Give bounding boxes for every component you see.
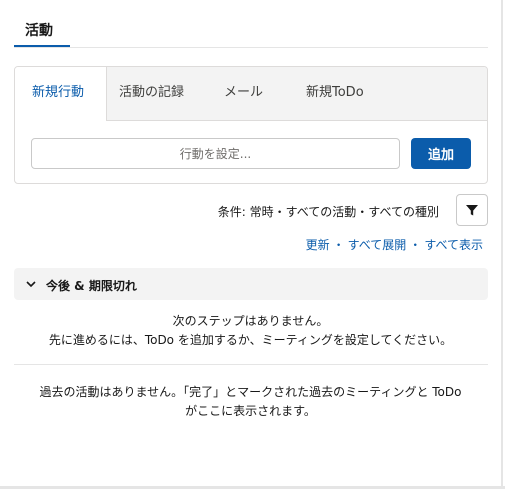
- filter-summary: 条件: 常時・すべての活動・すべての種別: [217, 205, 439, 219]
- chevron-down-icon: [26, 281, 36, 288]
- no-past-activity-text: 過去の活動はありません。「完了」とマークされた過去のミーティングと ToDo: [39, 385, 462, 399]
- expand-all-link[interactable]: すべて展開: [348, 238, 407, 252]
- tab-activity-label: 活動: [25, 23, 53, 39]
- refresh-link[interactable]: 更新: [306, 238, 330, 252]
- tab-email[interactable]: メール: [207, 67, 287, 121]
- activity-links: 更新・すべて展開・すべて表示: [306, 236, 483, 253]
- link-separator: ・: [409, 238, 422, 252]
- tab-new-event[interactable]: 新規行動: [15, 67, 107, 121]
- panel-right-border: [501, 0, 503, 489]
- activity-panel: 活動 新規行動 活動の記録 メール 新規ToDo 追加 条件: 常時・すべての活…: [0, 0, 501, 489]
- section-title: 今後 & 期限切れ: [46, 279, 137, 293]
- link-separator: ・: [332, 238, 345, 252]
- tab-activity[interactable]: 活動: [14, 12, 70, 48]
- filter-button[interactable]: [456, 194, 488, 226]
- event-input[interactable]: [31, 138, 400, 169]
- composer-tabbar: 新規行動 活動の記録 メール 新規ToDo: [15, 67, 487, 121]
- upcoming-overdue-section[interactable]: 今後 & 期限切れ: [14, 268, 488, 300]
- no-next-steps-text: 次のステップはありません。: [172, 314, 329, 328]
- show-all-link[interactable]: すべて表示: [424, 238, 483, 252]
- add-button[interactable]: 追加: [411, 138, 471, 169]
- filter-icon: [466, 205, 478, 216]
- tab-log-activity[interactable]: 活動の記録: [107, 67, 207, 121]
- section-divider: [14, 364, 488, 365]
- activity-composer: 新規行動 活動の記録 メール 新規ToDo 追加: [14, 66, 488, 184]
- header-divider: [14, 47, 488, 48]
- tab-new-todo[interactable]: 新規ToDo: [287, 67, 387, 121]
- next-steps-hint-text: 先に進めるには、ToDo を追加するか、ミーティングを設定してください。: [48, 333, 453, 347]
- past-activity-hint-text: がここに表示されます。: [185, 404, 316, 418]
